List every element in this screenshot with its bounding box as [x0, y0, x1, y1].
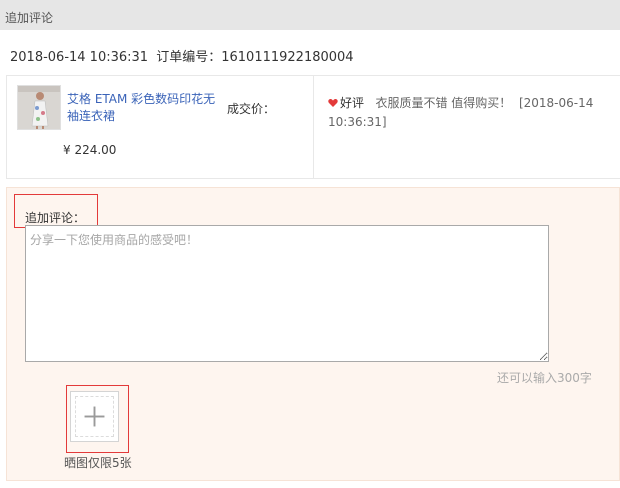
order-datetime: 2018-06-14 10:36:31 — [10, 50, 149, 65]
product-name-link[interactable]: 艾格 ETAM 彩色数码印花无袖连衣裙 — [67, 91, 223, 125]
deal-price-label: 成交价： — [227, 102, 276, 116]
section-title: 追加评论 — [5, 11, 54, 25]
column-divider — [313, 76, 314, 179]
remaining-chars: 还可以输入300字 — [497, 371, 592, 385]
product-price: ¥ 224.00 — [63, 143, 117, 157]
upload-hint: 晒图仅限5张 — [64, 456, 132, 470]
order-info: 2018-06-14 10:36:31 订单编号：161011192218000… — [10, 46, 358, 65]
heart-icon — [328, 99, 338, 107]
upload-dashed-area — [75, 396, 114, 437]
product-thumbnail[interactable] — [17, 85, 61, 130]
review-text: 衣服质量不错 值得购买！ — [375, 96, 512, 110]
section-header: 追加评论 — [0, 0, 620, 30]
original-review: 好评 衣服质量不错 值得购买！ [2018-06-14 10:36:31] — [328, 94, 618, 132]
order-number-label: 订单编号： — [156, 50, 222, 65]
upload-photo-button[interactable] — [70, 391, 119, 442]
product-row: 艾格 ETAM 彩色数码印花无袖连衣裙 ¥ 224.00 成交价： 好评 衣服质… — [6, 75, 620, 179]
order-number: 1610111922180004 — [221, 50, 354, 65]
append-review-textarea[interactable] — [25, 225, 549, 362]
append-review-panel: 追加评论： 还可以输入300字 晒图仅限5张 — [6, 187, 620, 481]
product-photo-dress-icon — [18, 86, 60, 129]
append-review-label: 追加评论： — [25, 211, 86, 225]
review-rating: 好评 — [340, 96, 365, 110]
plus-icon — [84, 406, 105, 427]
